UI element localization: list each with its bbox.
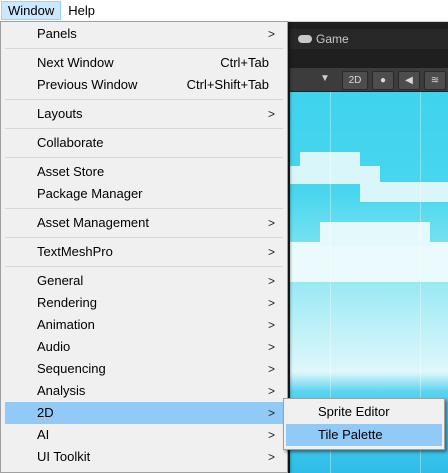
audio-icon[interactable]: ◀ bbox=[398, 71, 420, 90]
menu-item-rendering[interactable]: Rendering > bbox=[5, 292, 283, 314]
window-dropdown-menu: Panels > Next Window Ctrl+Tab Previous W… bbox=[0, 21, 288, 473]
chevron-right-icon: > bbox=[267, 406, 275, 420]
submenu-2d: Sprite Editor Tile Palette bbox=[283, 398, 445, 450]
menu-item-package-manager[interactable]: Package Manager bbox=[5, 183, 283, 205]
menu-item-label: TextMeshPro bbox=[37, 244, 113, 259]
menu-item-sprite-editor[interactable]: Sprite Editor bbox=[286, 401, 442, 423]
chevron-right-icon: > bbox=[267, 216, 275, 230]
menu-item-2d[interactable]: 2D > bbox=[5, 402, 283, 424]
menu-item-label: Next Window bbox=[37, 55, 114, 70]
menu-item-layouts[interactable]: Layouts > bbox=[5, 103, 283, 125]
menu-item-ui-toolkit[interactable]: UI Toolkit > bbox=[5, 446, 283, 468]
menu-item-animation[interactable]: Animation > bbox=[5, 314, 283, 336]
divider bbox=[5, 128, 283, 129]
light-icon[interactable]: ● bbox=[372, 71, 394, 90]
divider bbox=[5, 208, 283, 209]
menu-item-label: UI Toolkit bbox=[37, 449, 91, 464]
menu-item-label: Analysis bbox=[37, 383, 86, 398]
menu-item-label: Package Manager bbox=[37, 186, 143, 201]
menu-item-label: Tile Palette bbox=[318, 427, 383, 442]
menu-item-analysis[interactable]: Analysis > bbox=[5, 380, 283, 402]
divider bbox=[5, 237, 283, 238]
game-tab-bar: Game bbox=[290, 29, 448, 49]
game-tab-label: Game bbox=[316, 32, 349, 46]
chevron-right-icon: > bbox=[267, 450, 275, 464]
menu-item-label: AI bbox=[37, 427, 50, 442]
menu-item-label: Collaborate bbox=[37, 135, 104, 150]
tab-game[interactable]: Game bbox=[298, 32, 349, 46]
menu-item-sequencing[interactable]: Sequencing > bbox=[5, 358, 283, 380]
chevron-right-icon: > bbox=[267, 245, 275, 259]
menu-item-asset-store[interactable]: Asset Store bbox=[5, 161, 283, 183]
menu-item-previous-window[interactable]: Previous Window Ctrl+Shift+Tab bbox=[5, 74, 283, 96]
menu-window[interactable]: Window bbox=[1, 1, 62, 20]
menu-item-label: Audio bbox=[37, 339, 71, 354]
menu-item-label: Rendering bbox=[37, 295, 97, 310]
divider bbox=[5, 157, 283, 158]
chevron-right-icon: > bbox=[267, 296, 275, 310]
menu-item-label: 2D bbox=[37, 405, 54, 420]
menu-item-collaborate[interactable]: Collaborate bbox=[5, 132, 283, 154]
chevron-right-icon: > bbox=[267, 340, 275, 354]
shortcut-label: Ctrl+Tab bbox=[220, 55, 269, 70]
menu-item-label: Layouts bbox=[37, 106, 83, 121]
menu-item-label: General bbox=[37, 273, 84, 288]
menu-item-tile-palette[interactable]: Tile Palette bbox=[286, 424, 442, 446]
chevron-right-icon: > bbox=[267, 384, 275, 398]
menu-item-audio[interactable]: Audio > bbox=[5, 336, 283, 358]
game-toolbar: ▼ 2D ● ◀ ≋ bbox=[290, 68, 448, 92]
menu-item-label: Sequencing bbox=[37, 361, 106, 376]
chevron-right-icon: > bbox=[267, 318, 275, 332]
menu-item-ai[interactable]: AI > bbox=[5, 424, 283, 446]
menu-item-label: Animation bbox=[37, 317, 95, 332]
chevron-right-icon: > bbox=[267, 27, 275, 41]
divider bbox=[5, 99, 283, 100]
divider bbox=[5, 48, 283, 49]
chevron-right-icon: > bbox=[267, 362, 275, 376]
menu-item-label: Sprite Editor bbox=[318, 404, 390, 419]
mode-2d-button[interactable]: 2D bbox=[342, 71, 368, 90]
shortcut-label: Ctrl+Shift+Tab bbox=[186, 77, 269, 92]
chevron-right-icon: > bbox=[267, 274, 275, 288]
menubar: Window Help bbox=[0, 0, 448, 22]
gamepad-icon bbox=[298, 35, 312, 43]
menu-item-label: Panels bbox=[37, 26, 77, 41]
menu-item-label: Asset Management bbox=[37, 215, 150, 230]
menu-item-label: Previous Window bbox=[37, 77, 138, 92]
menu-item-general[interactable]: General > bbox=[5, 270, 283, 292]
menu-item-textmeshpro[interactable]: TextMeshPro > bbox=[5, 241, 283, 263]
menu-item-label: Asset Store bbox=[37, 164, 105, 179]
divider bbox=[5, 266, 283, 267]
menu-item-panels[interactable]: Panels > bbox=[5, 23, 283, 45]
chevron-right-icon: > bbox=[267, 428, 275, 442]
menu-item-asset-management[interactable]: Asset Management > bbox=[5, 212, 283, 234]
menu-help[interactable]: Help bbox=[62, 1, 101, 20]
menu-item-next-window[interactable]: Next Window Ctrl+Tab bbox=[5, 52, 283, 74]
effects-icon[interactable]: ≋ bbox=[424, 71, 446, 90]
chevron-down-icon[interactable]: ▼ bbox=[320, 73, 330, 84]
chevron-right-icon: > bbox=[267, 107, 275, 121]
